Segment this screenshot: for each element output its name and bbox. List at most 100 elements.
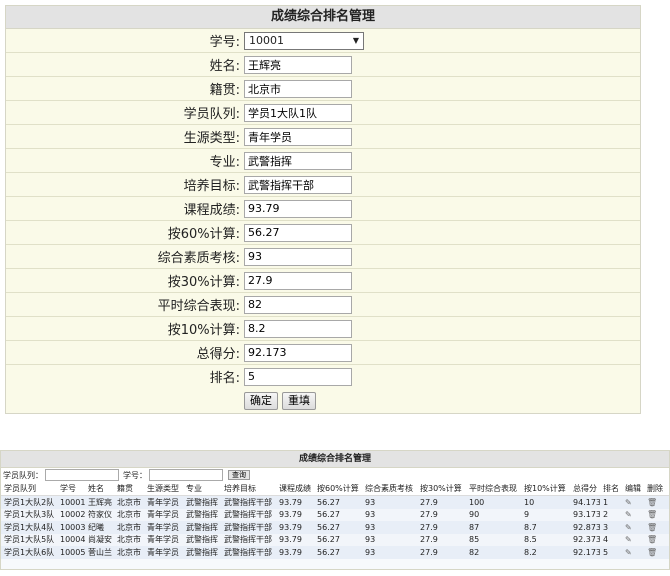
form-row: 学员队列: xyxy=(6,101,640,125)
field-input[interactable] xyxy=(244,127,352,146)
delete-icon[interactable]: 🗑 xyxy=(647,548,657,557)
column-header: 专业 xyxy=(183,482,221,496)
field-label: 按30%计算: xyxy=(167,275,240,290)
score-table: 学员队列 学号 姓名 籍贯 生源类型 专业 培养目标 课程成绩 按60%计算 综合素质考核 按30%… xyxy=(1,482,669,559)
table-cell: 10005 xyxy=(60,547,85,557)
table-cell: 10 xyxy=(524,497,535,507)
field-input[interactable] xyxy=(244,151,352,170)
form-row: 姓名: xyxy=(6,53,640,77)
field-input[interactable] xyxy=(244,295,352,314)
column-header: 生源类型 xyxy=(144,482,183,496)
field-input[interactable] xyxy=(244,271,352,290)
student-id-select[interactable]: 10001 ▼ xyxy=(244,31,364,50)
field-label: 课程成绩: xyxy=(183,203,240,218)
table-cell: 10001 xyxy=(60,497,85,507)
edit-icon[interactable]: ✎ xyxy=(625,548,632,557)
field-input[interactable] xyxy=(244,343,352,362)
table-cell: 27.9 xyxy=(420,547,438,557)
form-row: 培养目标: xyxy=(6,173,640,197)
table-row: 学员1大队4队 10003 纪曦 北京市 青年学员 武警指挥 武警指挥干部 93.79 56.2… xyxy=(1,521,669,534)
table-cell: 4 xyxy=(603,535,609,545)
table-cell: 27.9 xyxy=(420,535,438,545)
field-label: 专业: xyxy=(209,155,240,170)
delete-cell: 🗑 xyxy=(644,521,669,534)
delete-icon[interactable]: 🗑 xyxy=(647,523,657,532)
edit-cell: ✎ xyxy=(622,521,644,534)
field-input[interactable] xyxy=(244,103,352,122)
table-row: 学员1大队2队 10001 王辉亮 北京市 青年学员 武警指挥 武警指挥干部 93.79 56.… xyxy=(1,495,669,509)
field-input[interactable] xyxy=(244,55,352,74)
filter-id-label: 学号： xyxy=(123,470,147,480)
edit-cell: ✎ xyxy=(622,546,644,559)
table-cell: 武警指挥干部 xyxy=(224,535,272,545)
table-cell: 9 xyxy=(524,510,530,520)
table-cell: 武警指挥干部 xyxy=(224,522,272,532)
delete-icon[interactable]: 🗑 xyxy=(647,535,657,544)
field-label: 综合素质考核: xyxy=(157,251,240,266)
filter-queue-label: 学员队列： xyxy=(3,470,43,480)
table-cell: 武警指挥 xyxy=(186,510,218,520)
table-cell: 菅山兰 xyxy=(88,547,112,557)
table-cell: 武警指挥 xyxy=(186,535,218,545)
delete-cell: 🗑 xyxy=(644,534,669,547)
table-cell: 青年学员 xyxy=(147,510,179,520)
field-input[interactable] xyxy=(244,223,352,242)
table-cell: 武警指挥 xyxy=(186,547,218,557)
edit-icon[interactable]: ✎ xyxy=(625,510,632,519)
score-list-panel: 成绩综合排名管理 学员队列： 学号： 查询 学员队列 学号 姓名 籍贯 生源类型 专业 培养… xyxy=(0,450,670,570)
table-cell: 93 xyxy=(365,535,376,545)
table-cell: 纪曦 xyxy=(88,522,104,532)
form-row: 课程成绩: xyxy=(6,197,640,221)
field-input[interactable] xyxy=(244,319,352,338)
table-cell: 北京市 xyxy=(117,510,141,520)
table-row: 学员1大队6队 10005 菅山兰 北京市 青年学员 武警指挥 武警指挥干部 93.79 56.… xyxy=(1,546,669,559)
reset-button[interactable]: 重填 xyxy=(282,391,316,410)
field-label: 排名: xyxy=(209,371,240,386)
table-cell: 93.79 xyxy=(279,497,302,507)
column-header: 按60%计算 xyxy=(314,482,362,496)
form-button-row: 确定 重填 xyxy=(6,388,640,413)
queue-filter-input[interactable] xyxy=(45,469,119,481)
table-cell: 56.27 xyxy=(317,510,340,520)
id-filter-input[interactable] xyxy=(149,469,223,481)
form-row: 籍贯: xyxy=(6,77,640,101)
form-row: 生源类型: xyxy=(6,125,640,149)
table-cell: 武警指挥干部 xyxy=(224,510,272,520)
form-row: 总得分: xyxy=(6,341,640,365)
column-header: 排名 xyxy=(600,482,622,496)
table-cell: 8.5 xyxy=(524,535,537,545)
form-row: 按30%计算: xyxy=(6,269,640,293)
edit-icon[interactable]: ✎ xyxy=(625,535,632,544)
field-input[interactable] xyxy=(244,175,352,194)
table-cell: 27.9 xyxy=(420,522,438,532)
field-label: 学员队列: xyxy=(183,107,240,122)
table-cell: 93 xyxy=(365,497,376,507)
table-cell: 87 xyxy=(469,522,480,532)
table-cell: 27.9 xyxy=(420,510,438,520)
column-header: 删除 xyxy=(644,482,669,496)
column-header: 课程成绩 xyxy=(276,482,314,496)
field-input[interactable] xyxy=(244,247,352,266)
table-cell: 56.27 xyxy=(317,535,340,545)
field-input[interactable] xyxy=(244,199,352,218)
delete-icon[interactable]: 🗑 xyxy=(647,498,657,507)
table-row: 学员1大队3队 10002 符家仪 北京市 青年学员 武警指挥 武警指挥干部 93.79 56.… xyxy=(1,508,669,521)
delete-icon[interactable]: 🗑 xyxy=(647,510,657,519)
table-cell: 93 xyxy=(365,510,376,520)
form-row: 按10%计算: xyxy=(6,317,640,341)
confirm-button[interactable]: 确定 xyxy=(244,391,278,410)
search-button[interactable]: 查询 xyxy=(228,470,250,480)
table-cell: 93 xyxy=(365,547,376,557)
form-row: 排名: xyxy=(6,365,640,388)
table-cell: 青年学员 xyxy=(147,497,179,507)
edit-icon[interactable]: ✎ xyxy=(625,523,632,532)
table-cell: 82 xyxy=(469,547,480,557)
table-cell: 北京市 xyxy=(117,535,141,545)
edit-icon[interactable]: ✎ xyxy=(625,498,632,507)
field-label: 学号: xyxy=(209,35,240,50)
field-input[interactable] xyxy=(244,79,352,98)
filter-bar: 学员队列： 学号： 查询 xyxy=(1,468,669,482)
field-input[interactable] xyxy=(244,367,352,386)
table-cell: 100 xyxy=(469,497,485,507)
table-cell: 10004 xyxy=(60,535,85,545)
